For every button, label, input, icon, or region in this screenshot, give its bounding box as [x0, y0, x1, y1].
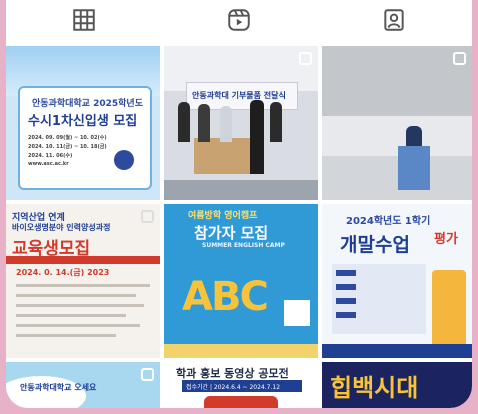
podium — [398, 146, 430, 190]
person — [250, 100, 264, 174]
reels-icon — [227, 9, 250, 31]
post-title: 개말수업 — [340, 234, 410, 256]
tab-reels[interactable] — [161, 0, 316, 40]
post-title: 힙백시대 — [330, 374, 419, 402]
post-title: 참가자 모집 — [194, 224, 269, 242]
school-label: 안동과학대학교 2025학년도 — [32, 99, 143, 109]
tab-posts[interactable] — [6, 0, 161, 40]
post-thumbnail[interactable]: 학과 홍보 동영상 공모전 접수기간 | 2024.6.4 ~ 2024.7.1… — [164, 362, 318, 408]
person — [198, 104, 210, 142]
carousel-icon — [453, 52, 466, 65]
tagged-icon — [383, 9, 404, 31]
post-thumbnail[interactable]: 힙백시대 — [322, 362, 472, 408]
grid-icon — [72, 9, 95, 31]
tab-tagged[interactable] — [316, 0, 471, 40]
post-title: 수시1차신입생 모집 — [28, 114, 138, 129]
room-wall — [322, 46, 472, 116]
donation-boxes — [194, 138, 254, 174]
carousel-icon — [141, 210, 154, 223]
books-illustration — [432, 270, 466, 350]
post-thumbnail[interactable]: 지역산업 연계 바이오생명분야 인력양성과정 교육생모집 2024. 0. 14… — [6, 204, 160, 358]
person — [270, 102, 282, 142]
post-thumbnail[interactable]: 2024학년도 1학기 개말수업 평가 — [322, 204, 472, 358]
post-thumbnail[interactable]: 안동과학대학교 오세요 — [6, 362, 160, 408]
profile-tabs — [6, 0, 472, 44]
post-thumbnail[interactable] — [322, 46, 472, 200]
profile-feed: 안동과학대학교 2025학년도 수시1차신입생 모집 2024. 09. 09(… — [6, 0, 472, 408]
carousel-icon — [141, 368, 154, 381]
carousel-icon — [299, 52, 312, 65]
abc-letters: ABC — [182, 274, 269, 320]
person — [178, 102, 190, 142]
post-thumbnail[interactable]: 안동과학대학교 2025학년도 수시1차신입생 모집 2024. 09. 09(… — [6, 46, 160, 200]
post-thumbnail[interactable]: 여름방학 영어캠프 참가자 모집 SUMMER ENGLISH CAMP ABC — [164, 204, 318, 358]
person — [220, 106, 232, 142]
qr-code — [284, 300, 310, 326]
post-title: 학과 홍보 동영상 공모전 — [176, 367, 289, 380]
post-thumbnail[interactable]: 안동과학대 기부물품 전달식 — [164, 46, 318, 200]
floor — [322, 156, 472, 200]
school-emblem-icon — [114, 150, 134, 170]
